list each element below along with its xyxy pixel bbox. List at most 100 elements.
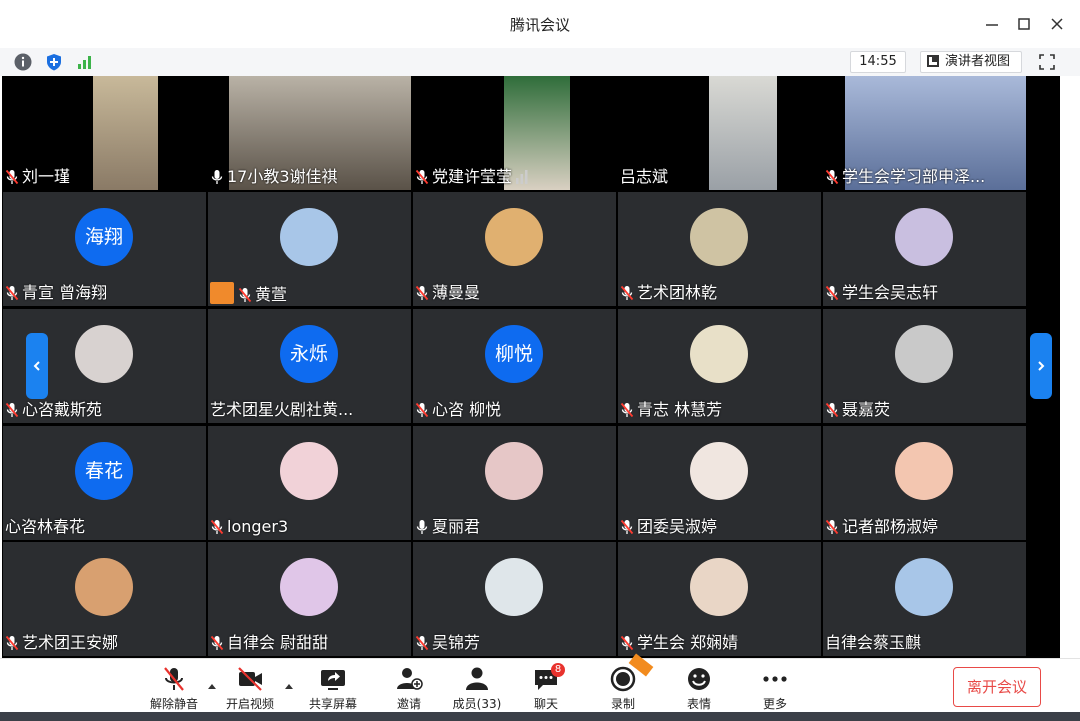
network-status-button[interactable]: [75, 52, 95, 72]
participant-name-label: 心咨戴斯苑: [5, 399, 102, 421]
mic-muted-icon: [825, 169, 839, 185]
more-label: 更多: [762, 697, 787, 711]
chat-unread-badge: 8: [551, 663, 565, 677]
participant-name-label: 薄曼曼: [415, 282, 480, 304]
next-page-button[interactable]: [1030, 333, 1052, 399]
participant-name: 刘一瑾: [22, 167, 71, 186]
mic-icon: [211, 170, 223, 184]
record-icon: [610, 666, 636, 692]
close-icon: [1051, 18, 1063, 30]
mic-muted-icon: [164, 667, 184, 691]
mic-muted-icon: [5, 635, 19, 651]
share-screen-label: 共享屏幕: [308, 697, 357, 711]
participant-tile[interactable]: 艺术团王安娜: [3, 542, 206, 656]
mic-muted-icon: [238, 287, 252, 303]
participant-tile[interactable]: 记者部杨淑婷: [823, 426, 1026, 540]
participant-name: 心咨林春花: [5, 517, 86, 536]
participant-tile[interactable]: 夏丽君: [413, 426, 616, 540]
video-feed: [93, 76, 158, 190]
leave-meeting-button[interactable]: 离开会议: [953, 667, 1041, 707]
participant-tile[interactable]: 自律会蔡玉麒: [823, 542, 1026, 656]
unmute-button[interactable]: 解除静音: [139, 665, 209, 711]
avatar: [485, 208, 543, 266]
chat-button[interactable]: 8 聊天: [511, 663, 581, 711]
participant-tile[interactable]: longer3: [208, 426, 411, 540]
mic-muted-icon: [415, 169, 429, 185]
record-label: 录制: [610, 697, 635, 711]
participant-name: 学生会 郑娴婧: [637, 633, 739, 652]
chevron-right-icon: [1038, 361, 1045, 371]
participant-tile[interactable]: 永烁艺术团星火剧社黄...: [208, 309, 411, 423]
participant-name: longer3: [227, 517, 289, 536]
signal-icon: [78, 56, 91, 69]
avatar: 永烁: [280, 325, 338, 383]
reactions-button[interactable]: 表情: [664, 665, 734, 711]
camera-off-icon: [238, 667, 262, 691]
record-button[interactable]: 录制: [588, 653, 658, 711]
participant-name-label: 艺术团星火剧社黄...: [210, 399, 353, 421]
participant-tile[interactable]: 学生会学习部申泽...: [823, 76, 1026, 190]
participant-tile[interactable]: 青志 林慧芳: [618, 309, 821, 423]
participant-name: 吴锦芳: [432, 633, 481, 652]
participant-name-label: 记者部杨淑婷: [825, 516, 938, 538]
participant-tile[interactable]: 春花心咨林春花: [3, 426, 206, 540]
share-screen-icon: [321, 670, 345, 690]
participant-tile[interactable]: 吴锦芳: [413, 542, 616, 656]
participant-tile[interactable]: 薄曼曼: [413, 192, 616, 306]
avatar: 春花: [75, 442, 133, 500]
participant-tile[interactable]: 艺术团林乾: [618, 192, 821, 306]
avatar: [280, 442, 338, 500]
participant-name: 心咨戴斯苑: [22, 400, 103, 419]
share-screen-button[interactable]: 共享屏幕: [298, 665, 368, 711]
speaker-view-button[interactable]: 演讲者视图: [920, 51, 1022, 73]
caret-up-icon: [285, 684, 293, 689]
avatar: 海翔: [75, 208, 133, 266]
start-video-label: 开启视频: [225, 697, 274, 711]
mic-muted-icon: [620, 402, 634, 418]
invite-button[interactable]: 邀请: [374, 665, 444, 711]
participant-tile[interactable]: 柳悦 心咨 柳悦: [413, 309, 616, 423]
participant-tile[interactable]: 自律会 尉甜甜: [208, 542, 411, 656]
avatar: [895, 558, 953, 616]
participant-tile[interactable]: 17小教3谢佳祺: [208, 76, 411, 190]
participant-name-label: 自律会蔡玉麒: [825, 632, 921, 654]
video-options-caret[interactable]: [284, 675, 294, 689]
participant-tile[interactable]: 学生会 郑娴婧: [618, 542, 821, 656]
participant-name: 党建许莹莹: [432, 167, 513, 186]
avatar: [280, 558, 338, 616]
participant-name: 青志 林慧芳: [637, 400, 723, 419]
maximize-button[interactable]: [1014, 14, 1034, 34]
participant-tile[interactable]: 黄萱: [208, 192, 411, 306]
mic-muted-icon: [210, 519, 224, 535]
participant-tile[interactable]: 党建许莹莹: [413, 76, 616, 190]
start-video-button[interactable]: 开启视频: [215, 665, 285, 711]
participant-tile[interactable]: 团委吴淑婷: [618, 426, 821, 540]
reactions-label: 表情: [686, 697, 711, 711]
minimize-button[interactable]: [982, 14, 1002, 34]
mic-muted-icon: [825, 285, 839, 301]
participant-tile[interactable]: 海翔 青宣 曾海翔: [3, 192, 206, 306]
avatar: [75, 325, 133, 383]
security-button[interactable]: [44, 52, 64, 72]
participant-name-label: 自律会 尉甜甜: [210, 632, 328, 654]
avatar: [485, 442, 543, 500]
prev-page-button[interactable]: [26, 333, 48, 399]
members-label: 成员(33): [452, 697, 502, 711]
participant-tile[interactable]: 刘一瑾: [3, 76, 206, 190]
meeting-info-button[interactable]: [13, 52, 33, 72]
avatar: [895, 325, 953, 383]
mic-muted-icon: [825, 402, 839, 418]
participant-tile[interactable]: 聂嘉荧: [823, 309, 1026, 423]
participant-name: 艺术团王安娜: [22, 633, 119, 652]
participant-name: 团委吴淑婷: [637, 517, 718, 536]
more-button[interactable]: 更多: [740, 665, 810, 711]
members-button[interactable]: 成员(33): [442, 665, 512, 711]
avatar: [75, 558, 133, 616]
close-button[interactable]: [1047, 14, 1067, 34]
participant-name: 聂嘉荧: [842, 400, 891, 419]
participant-tile[interactable]: 吕志斌: [618, 76, 821, 190]
avatar: [895, 442, 953, 500]
participant-tile[interactable]: 学生会吴志轩: [823, 192, 1026, 306]
title-bar: 腾讯会议: [0, 0, 1080, 49]
fullscreen-button[interactable]: [1037, 52, 1057, 72]
